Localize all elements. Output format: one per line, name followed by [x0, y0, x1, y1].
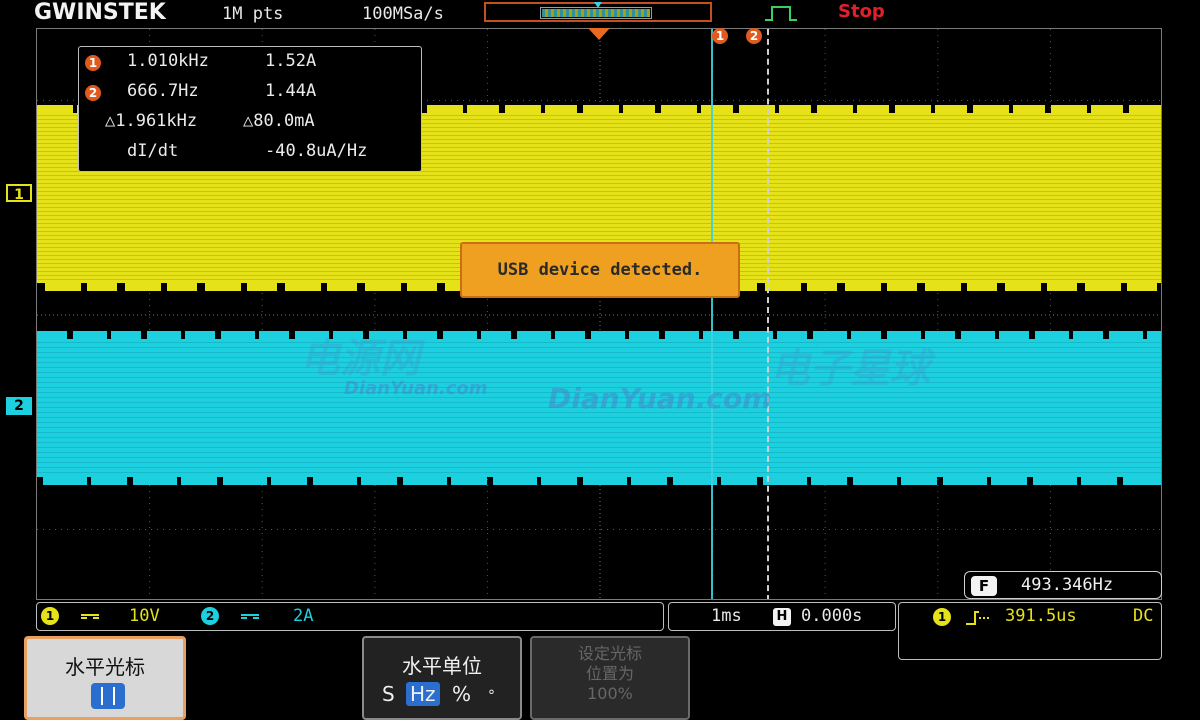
cursor-pair-icon — [91, 683, 125, 709]
memory-position-marker — [594, 2, 602, 8]
trigger-edge-icon — [765, 6, 797, 21]
delta-frequency: △1.961kHz — [105, 111, 198, 131]
ch1-position-marker[interactable]: 1 — [6, 184, 32, 203]
cursor-measurement-panel: 1 1.010kHz 1.52A 2 666.7Hz 1.44A △1.961k… — [78, 46, 422, 172]
horizontal-position: 0.000s — [801, 606, 863, 626]
softkey-horizontal-cursor-label: 水平光标 — [65, 655, 145, 679]
ch2-position-marker[interactable]: 2 — [6, 397, 32, 415]
cursor-1-line[interactable] — [711, 29, 713, 599]
brand-logo: GWINSTEK — [34, 0, 166, 25]
slope-label: dI/dt — [127, 141, 179, 161]
cursor-2-current: 1.44A — [265, 81, 317, 101]
memory-waveform-preview — [542, 9, 650, 17]
cursor-2-badge: 2 — [85, 85, 101, 101]
ch1-indicator: 1 — [41, 607, 59, 625]
timebase-scale: 1ms — [711, 606, 742, 626]
slope-value: -40.8uA/Hz — [265, 141, 368, 161]
frequency-counter: F 493.346Hz — [964, 571, 1162, 599]
softkey-horizontal-unit-label: 水平单位 — [402, 654, 482, 678]
cursor-2-label: 2 — [746, 28, 762, 44]
softkey-disabled-line2: 位置为 — [585, 664, 634, 683]
delta-current: △80.0mA — [243, 111, 315, 131]
trigger-source-indicator: 1 — [933, 608, 951, 626]
frequency-counter-icon: F — [971, 576, 997, 596]
softkey-disabled-line3: 100% — [587, 684, 633, 703]
cursor-1-current: 1.52A — [265, 51, 317, 71]
sample-rate: 100MSa/s — [362, 4, 444, 24]
frequency-counter-value: 493.346Hz — [1021, 575, 1114, 595]
trigger-status-bar: 1 391.5us DC — [898, 602, 1162, 660]
softkey-set-cursor-disabled: 设定光标 位置为 100% — [530, 636, 690, 720]
watermark-en-2: DianYuan.com — [548, 382, 772, 415]
ch2-scale: 2A — [293, 606, 314, 626]
unit-option-hz[interactable]: Hz — [406, 682, 440, 706]
unit-option-percent[interactable]: % — [452, 682, 471, 706]
softkey-disabled-line1: 设定光标 — [577, 644, 642, 663]
unit-option-s[interactable]: S — [382, 682, 395, 706]
record-length: 1M pts — [222, 4, 284, 24]
cursor-2-frequency: 666.7Hz — [127, 81, 199, 101]
unit-options: S Hz % ° — [380, 682, 508, 708]
ch2-dc-coupling-icon — [241, 614, 259, 619]
timebase-status-bar: 1ms H 0.000s — [668, 602, 896, 631]
memory-navigator — [484, 2, 712, 22]
trigger-slope-icon — [966, 611, 989, 625]
watermark-en-1: DianYuan.com — [344, 378, 488, 399]
watermark-cn-1: 电源网 — [300, 336, 420, 382]
cursor-1-badge: 1 — [85, 55, 101, 71]
channel-status-bar: 1 10V 2 2A — [36, 602, 664, 631]
trigger-level: 391.5us — [1005, 606, 1077, 626]
watermark-cn-2: 电子星球 — [770, 346, 930, 392]
unit-option-degree[interactable]: ° — [488, 688, 495, 704]
softkey-horizontal-unit[interactable]: 水平单位 S Hz % ° — [362, 636, 522, 720]
softkey-horizontal-cursor[interactable]: 水平光标 — [24, 636, 186, 720]
cursor-2-line[interactable] — [767, 29, 769, 599]
horizontal-position-icon: H — [773, 608, 791, 626]
trigger-position-marker — [588, 28, 610, 40]
ch1-scale: 10V — [129, 606, 160, 626]
top-status-bar: GWINSTEK 1M pts 100MSa/s Stop — [0, 0, 1200, 26]
run-status: Stop — [838, 1, 885, 22]
ch1-dc-coupling-icon — [81, 614, 99, 619]
cursor-1-frequency: 1.010kHz — [127, 51, 209, 71]
ch2-indicator: 2 — [201, 607, 219, 625]
usb-detected-popup: USB device detected. — [460, 242, 740, 298]
cursor-1-label: 1 — [712, 28, 728, 44]
trigger-coupling: DC — [1133, 606, 1154, 626]
